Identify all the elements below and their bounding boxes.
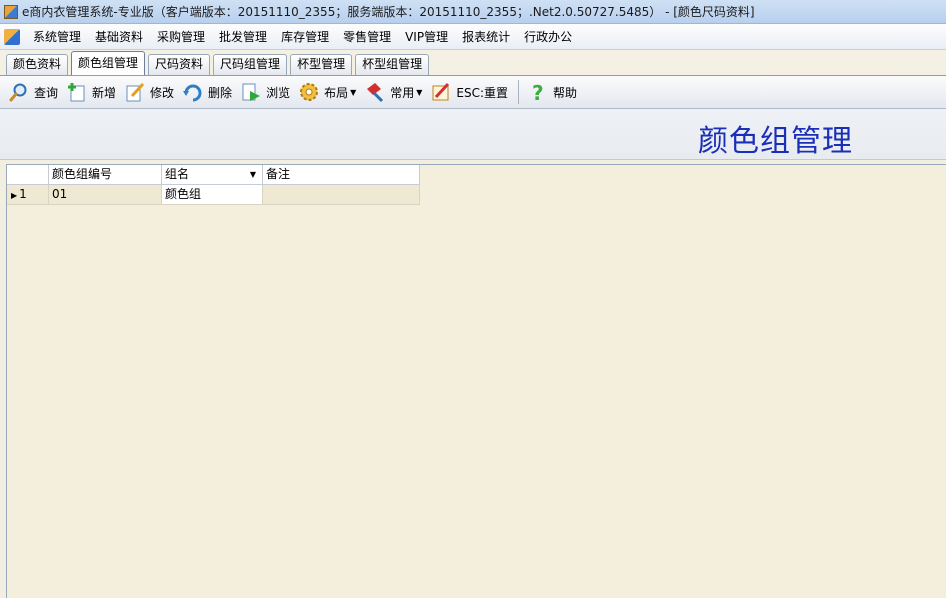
row-indicator-header[interactable] bbox=[7, 165, 49, 185]
data-grid: 颜色组编号 组名 ▼ 备注 ▶ 1 01 颜色组 bbox=[6, 164, 946, 598]
menu-system[interactable]: 系统管理 bbox=[26, 26, 88, 48]
common-hammer-icon bbox=[364, 81, 386, 103]
cell-name[interactable]: 颜色组 bbox=[162, 185, 263, 205]
menu-basic-data[interactable]: 基础资料 bbox=[88, 26, 150, 48]
query-label: 查询 bbox=[34, 85, 59, 100]
tab-cup-type[interactable]: 杯型管理 bbox=[290, 54, 353, 75]
reset-button[interactable]: ESC:重置 bbox=[430, 79, 508, 105]
menu-vip[interactable]: VIP管理 bbox=[398, 26, 455, 48]
delete-recycle-icon bbox=[182, 81, 204, 103]
column-header-code[interactable]: 颜色组编号 bbox=[49, 165, 162, 185]
add-button[interactable]: 新增 bbox=[66, 79, 116, 105]
cell-code[interactable]: 01 bbox=[49, 185, 162, 205]
tab-strip: 颜色资料 颜色组管理 尺码资料 尺码组管理 杯型管理 杯型组管理 bbox=[0, 50, 946, 76]
menu-admin[interactable]: 行政办公 bbox=[517, 26, 579, 48]
delete-label: 删除 bbox=[208, 85, 233, 100]
edit-label: 修改 bbox=[150, 85, 175, 100]
toolbar: 查询 新增 修改 删除 浏览 布局 ▼ 常用 ▼ ESC:重置 ? 帮助 bbox=[0, 76, 946, 109]
menu-app-icon[interactable] bbox=[4, 28, 20, 45]
tab-cup-group[interactable]: 杯型组管理 bbox=[355, 54, 430, 75]
menu-inventory[interactable]: 库存管理 bbox=[274, 26, 336, 48]
query-button[interactable]: 查询 bbox=[8, 79, 58, 105]
tab-color-data[interactable]: 颜色资料 bbox=[6, 54, 69, 75]
edit-pencil-icon bbox=[124, 81, 146, 103]
browse-button[interactable]: 浏览 bbox=[240, 79, 290, 105]
delete-button[interactable]: 删除 bbox=[182, 79, 232, 105]
app-icon bbox=[4, 4, 18, 19]
column-header-note[interactable]: 备注 bbox=[263, 165, 420, 185]
gear-icon bbox=[298, 81, 320, 103]
menu-purchase[interactable]: 采购管理 bbox=[150, 26, 212, 48]
current-row-arrow-icon: ▶ bbox=[11, 191, 18, 200]
reset-icon bbox=[430, 81, 452, 103]
menu-wholesale[interactable]: 批发管理 bbox=[212, 26, 274, 48]
column-header-name-label: 组名 bbox=[165, 167, 190, 181]
layout-dropdown-icon: ▼ bbox=[350, 87, 357, 97]
common-dropdown-icon: ▼ bbox=[416, 87, 423, 97]
header-band: 颜色组管理 bbox=[0, 110, 946, 160]
new-document-icon bbox=[66, 81, 88, 103]
filter-dropdown-icon[interactable]: ▼ bbox=[250, 165, 256, 184]
magnifier-icon bbox=[8, 81, 30, 103]
tab-size-data[interactable]: 尺码资料 bbox=[148, 54, 211, 75]
table-row[interactable]: ▶ 1 01 颜色组 bbox=[7, 185, 946, 205]
window-title: e商内衣管理系统-专业版（客户端版本：20151110_2355；服务端版本：2… bbox=[22, 5, 755, 19]
help-label: 帮助 bbox=[553, 85, 578, 100]
grid-header: 颜色组编号 组名 ▼ 备注 bbox=[7, 165, 946, 185]
menu-reports[interactable]: 报表统计 bbox=[455, 26, 517, 48]
menu-retail[interactable]: 零售管理 bbox=[336, 26, 398, 48]
browse-label: 浏览 bbox=[266, 85, 291, 100]
common-label: 常用 bbox=[390, 85, 415, 100]
browse-document-icon bbox=[240, 81, 262, 103]
layout-button[interactable]: 布局 ▼ bbox=[298, 79, 356, 105]
edit-button[interactable]: 修改 bbox=[124, 79, 174, 105]
toolbar-separator bbox=[518, 80, 520, 104]
tab-color-group[interactable]: 颜色组管理 bbox=[71, 51, 146, 75]
help-question-icon: ? bbox=[527, 81, 549, 103]
cell-note[interactable] bbox=[263, 185, 420, 205]
reset-label: ESC:重置 bbox=[456, 85, 509, 100]
tab-size-group[interactable]: 尺码组管理 bbox=[213, 54, 288, 75]
menu-bar: 系统管理 基础资料 采购管理 批发管理 库存管理 零售管理 VIP管理 报表统计… bbox=[0, 24, 946, 50]
common-button[interactable]: 常用 ▼ bbox=[364, 79, 422, 105]
title-bar: e商内衣管理系统-专业版（客户端版本：20151110_2355；服务端版本：2… bbox=[0, 0, 946, 24]
page-title: 颜色组管理 bbox=[698, 124, 853, 159]
row-number: 1 bbox=[19, 187, 27, 201]
add-label: 新增 bbox=[92, 85, 117, 100]
svg-text:?: ? bbox=[532, 81, 544, 103]
layout-label: 布局 bbox=[324, 85, 349, 100]
row-indicator[interactable]: ▶ 1 bbox=[7, 185, 49, 205]
help-button[interactable]: ? 帮助 bbox=[527, 79, 577, 105]
column-header-name[interactable]: 组名 ▼ bbox=[162, 165, 263, 185]
